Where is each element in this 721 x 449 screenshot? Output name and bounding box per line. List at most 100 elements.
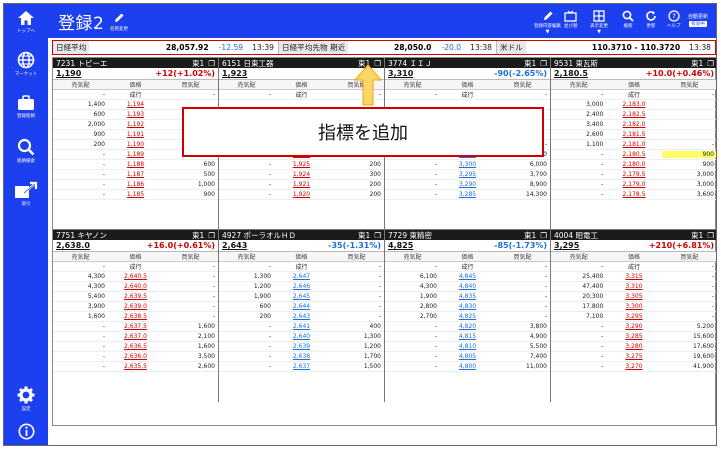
sort-button[interactable]: 並び替 <box>564 10 578 29</box>
price-cell[interactable]: 2,639.0 <box>108 303 163 310</box>
price-cell[interactable]: 4,800 <box>440 363 495 370</box>
sell-qty[interactable]: - <box>219 171 274 178</box>
ticker-item-nikkei[interactable]: 日経平均 28,057.92 -12.59 13:39 <box>53 41 279 54</box>
sell-qty[interactable]: 600 <box>53 111 108 118</box>
price-cell[interactable]: 4,840 <box>440 283 495 290</box>
stock-name[interactable]: 6151 日東工器 <box>222 58 358 69</box>
price-cell[interactable]: 2,635.5 <box>108 363 163 370</box>
sidebar-item-top[interactable]: トップへ <box>4 10 48 34</box>
current-price[interactable]: 1,923 <box>222 69 247 78</box>
sell-qty[interactable]: - <box>219 323 274 330</box>
sell-qty[interactable]: - <box>53 343 108 350</box>
buy-qty[interactable]: 600 <box>163 161 218 168</box>
price-cell[interactable]: 3,285 <box>440 191 495 198</box>
buy-qty[interactable]: 14,300 <box>495 191 550 198</box>
help-button[interactable]: ? ヘルプ <box>667 10 681 29</box>
price-cell[interactable]: 2,637.0 <box>108 333 163 340</box>
price-cell[interactable]: 成行 <box>440 90 495 99</box>
panel-header[interactable]: 7751 キヤノン 東1 ❐ <box>53 230 218 240</box>
price-cell[interactable]: 3,315 <box>606 273 661 280</box>
price-cell[interactable]: 2,645 <box>274 293 329 300</box>
sidebar-item-settings[interactable]: 設定 <box>4 386 48 412</box>
price-cell[interactable]: 2,181.0 <box>606 141 661 148</box>
price-cell[interactable]: 成行 <box>606 262 661 271</box>
sell-qty[interactable]: 4,300 <box>53 273 108 280</box>
sidebar-item-search[interactable]: 銘柄検索 <box>4 138 48 164</box>
buy-qty[interactable]: - <box>495 303 550 310</box>
price-cell[interactable]: 2,180.0 <box>606 161 661 168</box>
sell-qty[interactable]: - <box>385 191 440 198</box>
sell-qty[interactable]: 3,000 <box>551 101 606 108</box>
buy-qty[interactable]: - <box>495 263 550 270</box>
sell-qty[interactable]: - <box>219 161 274 168</box>
panel-header[interactable]: 3774 ＩＩＪ 東1 ❐ <box>385 58 550 68</box>
sell-qty[interactable]: 25,400 <box>551 273 606 280</box>
price-cell[interactable]: 3,300 <box>440 161 495 168</box>
sell-qty[interactable]: - <box>551 181 606 188</box>
ticker-item-nikkei-futures[interactable]: 日経平均先物 期近 28,050.0 -20.0 13:38 <box>279 41 497 54</box>
sell-qty[interactable]: - <box>551 91 606 98</box>
price-cell[interactable]: 4,825 <box>440 313 495 320</box>
price-cell[interactable]: 4,815 <box>440 333 495 340</box>
price-cell[interactable]: 2,638.5 <box>108 313 163 320</box>
price-cell[interactable]: 1,920 <box>274 191 329 198</box>
buy-qty[interactable]: - <box>163 313 218 320</box>
price-cell[interactable]: 2,636.0 <box>108 353 163 360</box>
sell-qty[interactable]: - <box>385 263 440 270</box>
ticker-item-usd[interactable]: 米ドル 110.3710 - 110.3720 13:38 <box>497 41 715 54</box>
buy-qty[interactable]: 3,800 <box>495 323 550 330</box>
price-cell[interactable]: 1,924 <box>274 171 329 178</box>
buy-qty[interactable]: - <box>662 273 716 280</box>
copy-icon[interactable]: ❐ <box>540 59 547 68</box>
price-cell[interactable]: 2,640 <box>274 333 329 340</box>
buy-qty[interactable]: - <box>329 283 384 290</box>
price-cell[interactable]: 1,188 <box>108 161 163 168</box>
price-cell[interactable]: 1,189 <box>108 151 163 158</box>
sell-qty[interactable]: - <box>551 333 606 340</box>
buy-qty[interactable]: - <box>329 293 384 300</box>
sell-qty[interactable]: 3,400 <box>551 121 606 128</box>
sell-qty[interactable]: - <box>385 161 440 168</box>
price-cell[interactable]: 3,290 <box>606 323 661 330</box>
sidebar-item-market[interactable]: マーケット <box>4 51 48 77</box>
buy-qty[interactable]: 200 <box>329 181 384 188</box>
refresh-button[interactable]: 更新 <box>645 10 657 29</box>
price-cell[interactable]: 2,639.5 <box>108 293 163 300</box>
sell-qty[interactable]: 7,100 <box>551 313 606 320</box>
price-cell[interactable]: 2,179.0 <box>606 181 661 188</box>
price-cell[interactable]: 2,637 <box>274 363 329 370</box>
price-cell[interactable]: 1,190 <box>108 141 163 148</box>
sell-qty[interactable]: 47,400 <box>551 283 606 290</box>
sell-qty[interactable]: - <box>551 353 606 360</box>
copy-icon[interactable]: ❐ <box>707 59 714 68</box>
sell-qty[interactable]: 2,000 <box>53 121 108 128</box>
buy-qty[interactable]: 5,200 <box>662 323 716 330</box>
sell-qty[interactable]: 2,400 <box>551 111 606 118</box>
price-cell[interactable]: 3,285 <box>606 333 661 340</box>
buy-qty[interactable]: 7,400 <box>495 353 550 360</box>
buy-qty[interactable]: - <box>495 313 550 320</box>
rename-button[interactable]: 名称変更 <box>110 12 128 32</box>
sell-qty[interactable]: - <box>385 181 440 188</box>
buy-qty[interactable]: - <box>329 313 384 320</box>
price-cell[interactable]: 2,178.5 <box>606 191 661 198</box>
sell-qty[interactable]: 2,700 <box>385 313 440 320</box>
sell-qty[interactable]: 5,400 <box>53 293 108 300</box>
panel-header[interactable]: 7729 東精密 東1 ❐ <box>385 230 550 240</box>
sell-qty[interactable]: - <box>551 323 606 330</box>
buy-qty[interactable]: 3,600 <box>662 191 716 198</box>
price-cell[interactable]: 成行 <box>274 262 329 271</box>
sidebar-item-trade[interactable]: 取引 <box>4 181 48 207</box>
buy-qty[interactable]: 400 <box>329 323 384 330</box>
buy-qty[interactable]: - <box>163 293 218 300</box>
buy-qty[interactable]: - <box>662 283 716 290</box>
current-price[interactable]: 1,190 <box>56 69 81 78</box>
buy-qty[interactable]: 1,500 <box>329 363 384 370</box>
current-price[interactable]: 2,643 <box>222 241 247 250</box>
sell-qty[interactable]: - <box>219 91 274 98</box>
buy-qty[interactable]: - <box>495 293 550 300</box>
sell-qty[interactable]: - <box>551 171 606 178</box>
buy-qty[interactable]: 2,100 <box>163 333 218 340</box>
stock-name[interactable]: 7751 キヤノン <box>56 230 192 241</box>
buy-qty[interactable]: - <box>163 91 218 98</box>
